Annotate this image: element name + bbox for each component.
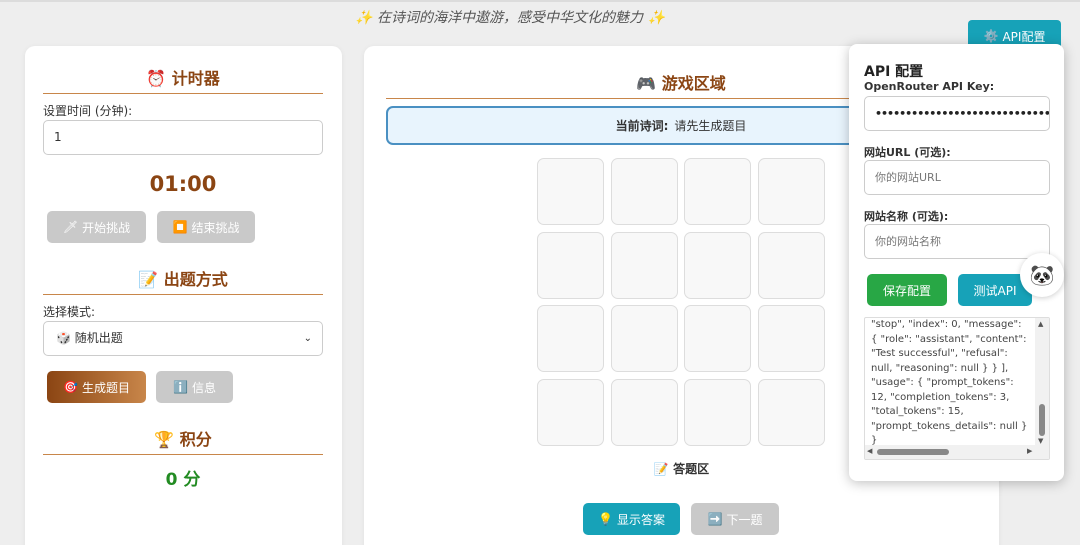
timer-title: ⏰ 计时器 — [43, 65, 323, 94]
scroll-thumb[interactable] — [877, 449, 949, 455]
grid-cell[interactable] — [684, 158, 751, 225]
top-border — [0, 0, 1080, 2]
site-name-label: 网站名称 (可选): — [864, 210, 949, 223]
save-config-button[interactable]: 保存配置 — [867, 274, 947, 306]
gear-icon: ⚙️ — [983, 29, 999, 43]
memo-icon: 📝 — [653, 462, 669, 476]
light-bulb-icon: 💡 — [598, 512, 613, 526]
grid-cell[interactable] — [758, 305, 825, 372]
site-url-label: 网站URL (可选): — [864, 146, 951, 159]
trophy-icon: 🏆 — [154, 430, 175, 449]
current-poem-value: 请先生成题目 — [674, 119, 747, 133]
scrollbar-corner — [1035, 445, 1049, 459]
grid-cell[interactable] — [758, 379, 825, 446]
site-name-input[interactable]: 你的网站名称 — [864, 224, 1050, 259]
current-poem-label: 当前诗词: — [615, 119, 669, 133]
grid-cell[interactable] — [537, 232, 604, 299]
api-config-button-label: API配置 — [1002, 29, 1046, 44]
show-answer-button[interactable]: 💡 显示答案 — [583, 503, 680, 535]
grid-cell[interactable] — [684, 379, 751, 446]
log-horizontal-scrollbar[interactable]: ◀ ▶ — [865, 445, 1037, 459]
generate-question-button[interactable]: 🎯 生成题目 — [47, 371, 146, 403]
score-title: 🏆 积分 — [43, 426, 323, 455]
api-log-text: "stop", "index": 0, "message": { "role":… — [871, 319, 1028, 459]
page-subtitle: ✨ 在诗词的海洋中遨游，感受中华文化的魅力 ✨ — [355, 10, 665, 26]
scroll-left-icon[interactable]: ◀ — [867, 447, 872, 455]
dice-icon: 🎲 — [56, 331, 71, 345]
api-config-title: API 配置 — [864, 64, 924, 80]
grid-cell[interactable] — [537, 379, 604, 446]
left-panel: ⏰ 计时器 设置时间 (分钟): 1 01:00 🗡 开始挑战 ⏹️ 结束挑战 … — [25, 46, 342, 545]
stop-icon: ⏹️ — [172, 220, 188, 234]
question-mode-select[interactable]: 🎲 随机出题 ⌄ — [43, 321, 323, 356]
memo-icon: 📝 — [138, 270, 159, 289]
chevron-down-icon: ⌄ — [303, 333, 312, 344]
scroll-up-icon[interactable]: ▲ — [1038, 320, 1043, 328]
grid-cell[interactable] — [611, 158, 678, 225]
panda-icon: 🐼 — [1029, 263, 1055, 287]
grid-cell[interactable] — [537, 158, 604, 225]
grid-cell[interactable] — [684, 232, 751, 299]
grid-cell[interactable] — [611, 379, 678, 446]
scroll-thumb[interactable] — [1039, 404, 1045, 436]
alarm-clock-icon: ⏰ — [146, 69, 167, 88]
sword-icon: 🗡 — [62, 220, 79, 234]
score-value: 0 分 — [165, 470, 201, 490]
grid-cell[interactable] — [611, 232, 678, 299]
grid-cell[interactable] — [758, 232, 825, 299]
grid-cell[interactable] — [684, 305, 751, 372]
game-controller-icon: 🎮 — [636, 74, 657, 93]
timer-minutes-input[interactable]: 1 — [43, 120, 323, 155]
grid-cell[interactable] — [611, 305, 678, 372]
api-key-input[interactable]: ••••••••••••••••••••••••••••••••••••••••… — [864, 96, 1050, 131]
scroll-right-icon[interactable]: ▶ — [1027, 447, 1032, 455]
timer-display: 01:00 — [149, 172, 217, 196]
log-vertical-scrollbar[interactable]: ▲ ▼ — [1035, 318, 1049, 447]
grid-cell[interactable] — [537, 305, 604, 372]
set-time-label: 设置时间 (分钟): — [43, 104, 133, 118]
target-icon: 🎯 — [63, 380, 78, 394]
next-question-button[interactable]: ➡️ 下一题 — [691, 503, 779, 535]
arrow-right-icon: ➡️ — [707, 512, 723, 526]
grid-cell[interactable] — [758, 158, 825, 225]
assistant-avatar-button[interactable]: 🐼 — [1020, 253, 1064, 297]
site-url-input[interactable]: 你的网站URL — [864, 160, 1050, 195]
api-log-box[interactable]: "stop", "index": 0, "message": { "role":… — [864, 317, 1050, 460]
stop-challenge-button[interactable]: ⏹️ 结束挑战 — [157, 211, 255, 243]
start-challenge-button[interactable]: 🗡 开始挑战 — [47, 211, 146, 243]
api-key-label: OpenRouter API Key: — [864, 80, 995, 93]
info-icon: ℹ️ — [173, 380, 188, 394]
info-button[interactable]: ℹ️ 信息 — [156, 371, 233, 403]
scroll-down-icon[interactable]: ▼ — [1038, 437, 1043, 445]
question-mode-title: 📝 出题方式 — [43, 266, 323, 295]
select-mode-label: 选择模式: — [43, 305, 96, 319]
